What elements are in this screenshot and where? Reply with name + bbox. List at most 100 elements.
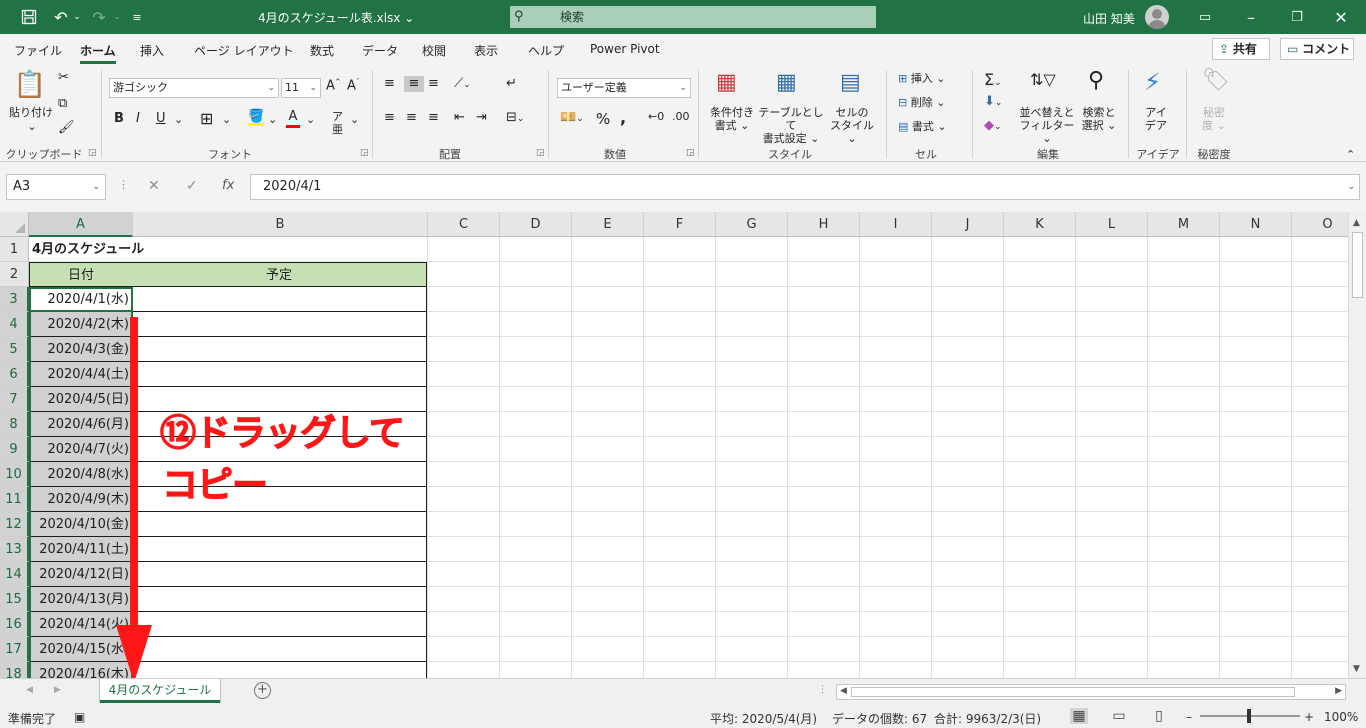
row-header-14[interactable]: 14: [0, 562, 29, 587]
save-icon[interactable]: [14, 0, 44, 34]
tab-home[interactable]: ホーム: [80, 42, 116, 64]
alignment-launcher-icon[interactable]: ◲: [536, 148, 545, 158]
share-button[interactable]: ⇪ 共有: [1212, 38, 1270, 60]
cut-icon[interactable]: ✂: [58, 70, 69, 86]
document-title[interactable]: 4月のスケジュール表.xlsx ⌄: [258, 9, 414, 26]
cell-styles-icon[interactable]: ▤: [840, 70, 861, 96]
scroll-left-icon[interactable]: ◀: [840, 686, 847, 696]
column-header-o[interactable]: O: [1292, 212, 1348, 237]
row-header-17[interactable]: 17: [0, 637, 29, 662]
prev-sheet-icon[interactable]: ◀: [26, 685, 33, 695]
scroll-right-icon[interactable]: ▶: [1335, 686, 1342, 696]
paste-icon[interactable]: 📋: [10, 70, 50, 101]
macro-record-icon[interactable]: ▣: [74, 710, 85, 724]
schedule-cell[interactable]: [132, 637, 427, 662]
column-header-e[interactable]: E: [572, 212, 644, 237]
cancel-icon[interactable]: ✕: [148, 178, 160, 194]
row-header-5[interactable]: 5: [0, 337, 29, 362]
next-sheet-icon[interactable]: ▶: [54, 685, 61, 695]
avatar[interactable]: [1145, 5, 1169, 29]
ribbon-display-icon[interactable]: ▭: [1190, 0, 1220, 34]
tab-split-icon[interactable]: ⋮: [818, 685, 827, 695]
decrease-decimal-icon[interactable]: .00: [672, 110, 690, 123]
normal-view-icon[interactable]: ▦: [1070, 708, 1088, 724]
comma-icon[interactable]: ,: [620, 108, 626, 127]
undo-dropdown-icon[interactable]: ⌄: [70, 0, 84, 34]
comment-button[interactable]: ▭ コメント: [1280, 38, 1354, 60]
status-average[interactable]: 平均: 2020/5/4(月): [710, 710, 817, 727]
column-header-h[interactable]: H: [788, 212, 860, 237]
name-box[interactable]: A3 ⌄: [6, 174, 106, 200]
format-as-table-icon[interactable]: ▦: [776, 70, 797, 96]
schedule-cell[interactable]: [132, 362, 427, 387]
schedule-cell[interactable]: [132, 662, 427, 678]
column-header-b[interactable]: B: [133, 212, 428, 237]
tab-formulas[interactable]: 数式: [310, 42, 334, 59]
ideas-icon[interactable]: ⚡: [1144, 68, 1161, 97]
insert-cells-button[interactable]: ⊞ 挿入 ⌄: [898, 72, 945, 85]
close-icon[interactable]: ✕: [1326, 0, 1356, 34]
column-header-c[interactable]: C: [428, 212, 500, 237]
paste-dropdown-icon[interactable]: ⌄: [22, 120, 42, 133]
bold-icon[interactable]: B: [114, 111, 124, 127]
restore-icon[interactable]: ❐: [1282, 0, 1312, 34]
worksheet-grid[interactable]: ABCDEFGHIJKLMNO 1 2 3 4 5 6 7 8 9 10 11 12 13 14 15 16 1…: [0, 212, 1348, 678]
underline-icon[interactable]: U: [156, 111, 166, 127]
decrease-font-icon[interactable]: Aˇ: [347, 78, 359, 94]
row-header-7[interactable]: 7: [0, 387, 29, 412]
row-header-11[interactable]: 11: [0, 487, 29, 512]
clear-icon[interactable]: ◆⌄: [984, 118, 1002, 134]
paste-button[interactable]: 貼り付け: [6, 106, 56, 119]
row-header-9[interactable]: 9: [0, 437, 29, 462]
minimize-icon[interactable]: –: [1236, 0, 1266, 34]
enter-icon[interactable]: ✓: [186, 178, 198, 194]
sheet-title-cell[interactable]: 4月のスケジュール: [32, 237, 332, 262]
search-box[interactable]: ⚲ 検索: [510, 6, 876, 28]
schedule-cell[interactable]: [132, 562, 427, 587]
add-sheet-icon[interactable]: +: [254, 682, 271, 699]
font-launcher-icon[interactable]: ◲: [360, 148, 369, 158]
row-header-2[interactable]: 2: [0, 262, 29, 287]
sensitivity-button[interactable]: 秘密度 ⌄: [1198, 106, 1230, 132]
user-name[interactable]: 山田 知美: [1083, 10, 1135, 27]
select-all-corner[interactable]: [0, 212, 29, 237]
format-as-table-button[interactable]: テーブルとして 書式設定 ⌄: [758, 106, 824, 146]
row-header-6[interactable]: 6: [0, 362, 29, 387]
italic-icon[interactable]: I: [136, 111, 140, 127]
vertical-scrollbar[interactable]: ▲ ▼: [1348, 212, 1366, 678]
wrap-text-icon[interactable]: ↵: [506, 76, 517, 92]
increase-font-icon[interactable]: A^: [326, 78, 341, 94]
insert-function-icon[interactable]: fx: [222, 178, 234, 193]
formula-input[interactable]: 2020/4/1 ⌄: [250, 174, 1360, 200]
column-header-a[interactable]: A: [29, 212, 133, 237]
zoom-level[interactable]: 100%: [1324, 710, 1358, 724]
merge-center-icon[interactable]: ⊟⌄: [506, 110, 524, 126]
increase-indent-icon[interactable]: ⇥: [476, 110, 487, 126]
column-header-n[interactable]: N: [1220, 212, 1292, 237]
font-color-dropdown-icon[interactable]: ⌄: [306, 113, 315, 126]
font-name-select[interactable]: 游ゴシック ⌄: [109, 78, 279, 98]
align-middle-icon[interactable]: ≡: [404, 76, 424, 92]
row-header-15[interactable]: 15: [0, 587, 29, 612]
conditional-formatting-icon[interactable]: ▦: [716, 70, 737, 96]
column-header-k[interactable]: K: [1004, 212, 1076, 237]
format-painter-icon[interactable]: 🖌: [58, 120, 75, 136]
cell-styles-button[interactable]: セルの スタイル ⌄: [826, 106, 878, 146]
sheet-tab[interactable]: 4月のスケジュール: [100, 679, 220, 703]
row-header-16[interactable]: 16: [0, 612, 29, 637]
collapse-ribbon-icon[interactable]: ⌃: [1346, 148, 1355, 161]
status-sum[interactable]: 合計: 9963/2/3(日): [934, 710, 1041, 727]
borders-dropdown-icon[interactable]: ⌄: [222, 113, 231, 126]
tab-view[interactable]: 表示: [474, 42, 498, 59]
accounting-format-icon[interactable]: 💴⌄: [560, 110, 584, 126]
font-color-icon[interactable]: A: [286, 109, 300, 128]
find-select-button[interactable]: 検索と 選択 ⌄: [1078, 106, 1120, 132]
align-top-icon[interactable]: ≡: [384, 76, 395, 92]
borders-icon[interactable]: ⊞: [200, 109, 213, 128]
underline-dropdown-icon[interactable]: ⌄: [174, 113, 183, 126]
increase-decimal-icon[interactable]: ←0: [648, 110, 664, 123]
tab-file[interactable]: ファイル: [14, 42, 62, 59]
column-header-i[interactable]: I: [860, 212, 932, 237]
row-header-4[interactable]: 4: [0, 312, 29, 337]
row-header-10[interactable]: 10: [0, 462, 29, 487]
